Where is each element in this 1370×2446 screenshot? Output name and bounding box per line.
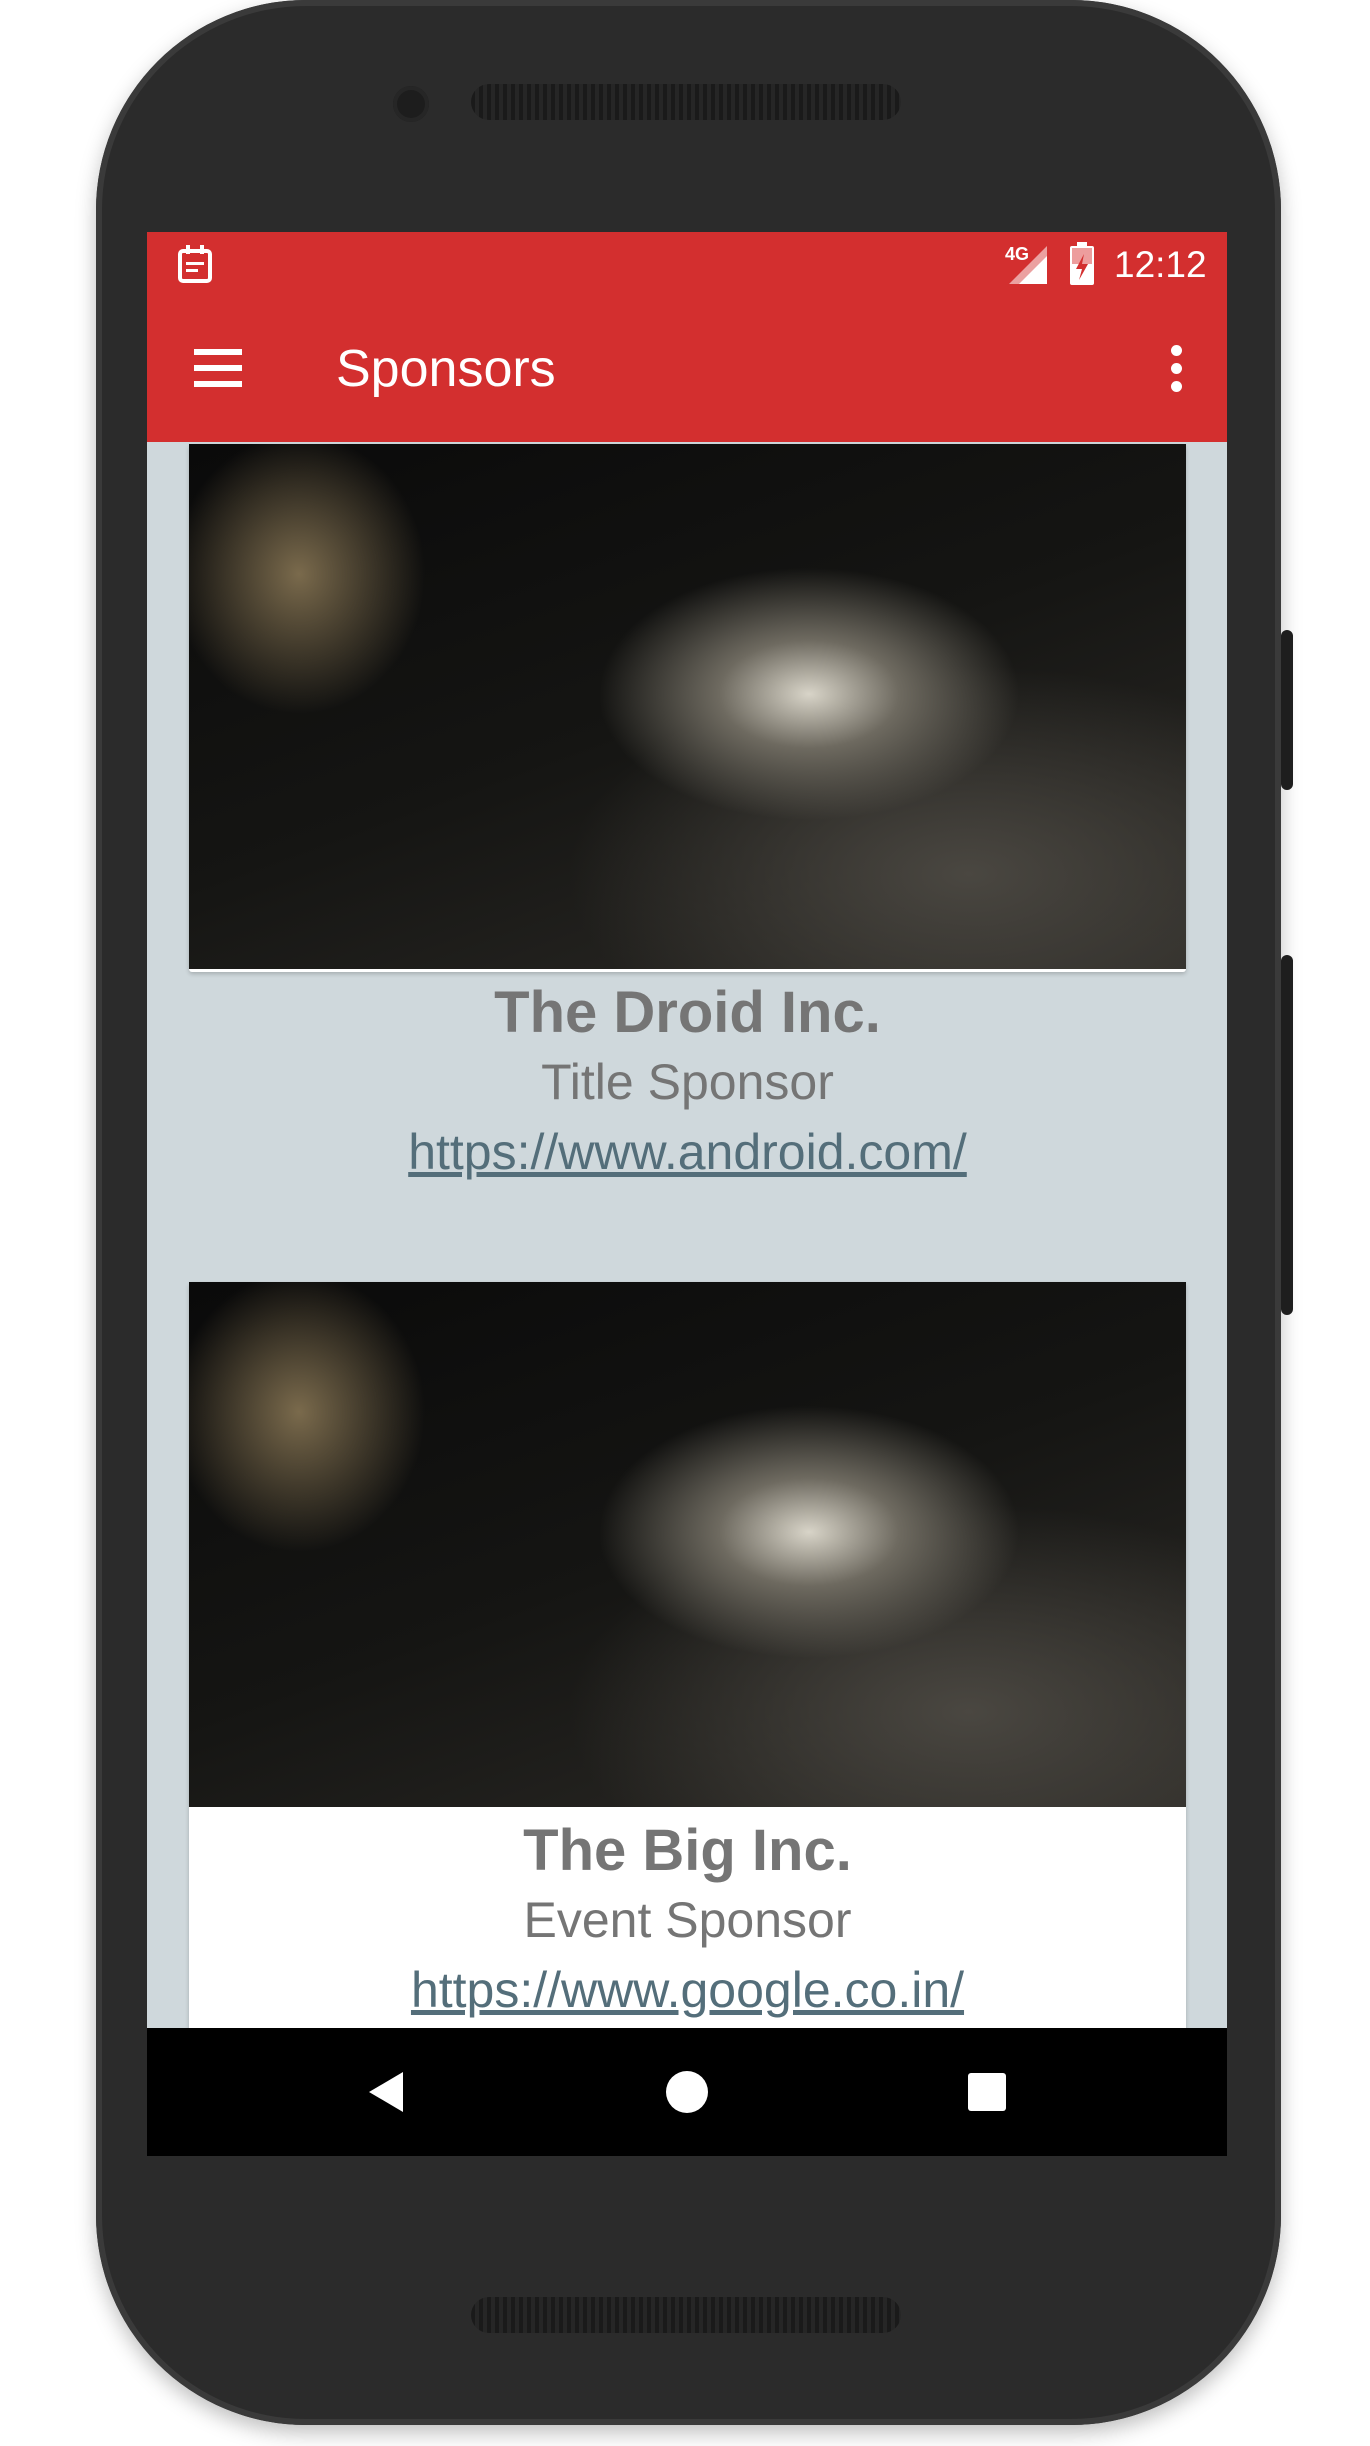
- calendar-icon: [177, 244, 213, 289]
- front-camera: [393, 86, 429, 122]
- power-button: [1281, 630, 1293, 790]
- sponsor-card[interactable]: The Big Inc. Event Sponsor https://www.g…: [189, 1282, 1186, 2062]
- sponsor-card[interactable]: The Droid Inc. Title Sponsor https://www…: [189, 444, 1186, 1180]
- back-icon[interactable]: [357, 2062, 417, 2122]
- more-vert-icon[interactable]: [1165, 335, 1189, 401]
- sponsor-link[interactable]: https://www.android.com/: [189, 1117, 1186, 1187]
- page-title: Sponsors: [336, 340, 556, 398]
- sponsor-image: [189, 1282, 1186, 1807]
- status-bar: 4G 12:12: [147, 232, 1227, 295]
- app-screen: 4G 12:12 Sponsors The Droid Inc. Title S…: [147, 232, 1227, 2156]
- sponsor-link[interactable]: https://www.google.co.in/: [189, 1955, 1186, 2025]
- hamburger-menu-icon[interactable]: [185, 335, 251, 401]
- system-nav-bar: [147, 2028, 1227, 2156]
- sponsor-name: The Droid Inc.: [494, 980, 881, 1045]
- status-time: 12:12: [1114, 244, 1207, 285]
- battery-charging-icon: [1069, 242, 1095, 291]
- sponsor-image: [189, 444, 1186, 969]
- sponsor-name: The Big Inc.: [523, 1818, 852, 1883]
- home-icon[interactable]: [657, 2062, 717, 2122]
- bottom-speaker: [471, 2297, 901, 2333]
- sponsor-category: Title Sponsor: [541, 1054, 834, 1110]
- top-speaker: [471, 84, 901, 120]
- app-toolbar: Sponsors: [147, 295, 1227, 442]
- volume-button: [1281, 955, 1293, 1315]
- signal-icon: [1009, 246, 1047, 289]
- sponsor-category: Event Sponsor: [523, 1892, 852, 1948]
- recents-icon[interactable]: [957, 2062, 1017, 2122]
